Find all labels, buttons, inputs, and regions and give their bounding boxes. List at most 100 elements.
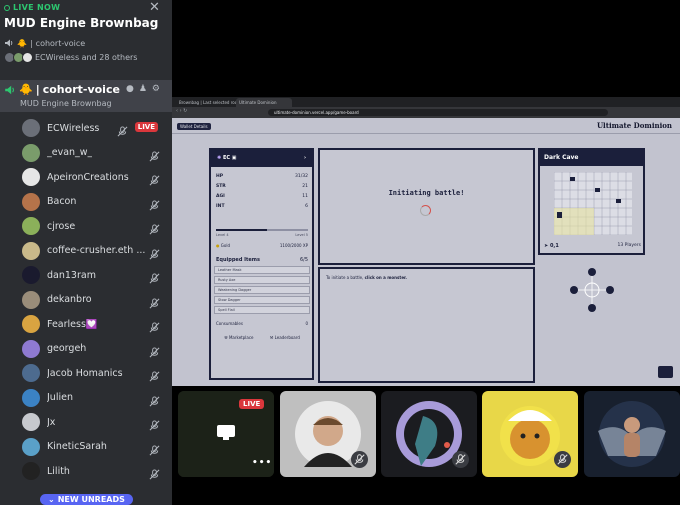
nav-arrows-icon[interactable]: ‹ › ↻ <box>176 108 187 114</box>
member-row[interactable]: ApeironCreations <box>0 165 172 190</box>
gold-row: ● Gold 1100/2000 XP <box>216 243 308 248</box>
browser-tab[interactable]: Brownbag | Last selected rooms <box>176 98 243 107</box>
member-row[interactable]: _evan_w_ <box>0 141 172 166</box>
participants-text: ECWireless and 28 others <box>35 53 138 62</box>
character-panel: ✺ EC ▣ › HP 31/32 STR 21 AGI 11 INT 6 Level … <box>209 148 314 380</box>
member-name: ApeironCreations <box>47 171 129 183</box>
avatar <box>22 413 40 432</box>
stage-title: MUD Engine Brownbag <box>4 16 159 30</box>
avatar <box>22 217 40 236</box>
stat-agi: AGI 11 <box>216 194 308 199</box>
member-name: Jx <box>47 416 56 428</box>
muted-icon <box>149 441 160 455</box>
url-field[interactable]: ultimate-dominion.vercel.app/game-board <box>268 109 608 116</box>
member-name: Lilith <box>47 465 70 477</box>
loading-spinner-icon <box>420 205 431 216</box>
member-row[interactable]: Fearless💟 <box>0 312 172 337</box>
gold-label: Gold <box>220 243 230 248</box>
consumables-row: Consumables 0 <box>216 321 308 326</box>
avatar <box>22 339 40 358</box>
channel-actions: ● ♟ ⚙ <box>126 84 160 94</box>
muted-icon <box>117 122 128 137</box>
map-grid[interactable] <box>554 172 632 235</box>
member-row[interactable]: dan13ram <box>0 263 172 288</box>
avatar <box>22 266 40 285</box>
member-name: Fearless💟 <box>47 318 98 330</box>
member-row[interactable]: Jx <box>0 410 172 435</box>
member-row[interactable]: Bacon <box>0 190 172 215</box>
member-row[interactable]: ECWireless LIVE <box>0 116 172 141</box>
live-now-indicator: LIVE NOW <box>4 3 60 12</box>
equipped-item[interactable]: Leather Mask <box>214 266 310 274</box>
character-header[interactable]: ✺ EC ▣ › <box>211 150 312 167</box>
character-links: ⚒ Marketplace ⚒ Leaderboard <box>216 335 308 340</box>
member-row[interactable]: Jacob Homanics <box>0 361 172 386</box>
avatar <box>22 290 40 309</box>
leaderboard-link[interactable]: ⚒ Leaderboard <box>270 335 300 340</box>
member-row[interactable]: coffee-crusher.eth ... <box>0 239 172 264</box>
member-row[interactable]: cjrose <box>0 214 172 239</box>
member-name: _evan_w_ <box>47 147 93 159</box>
equipped-item[interactable]: Stow Dagger <box>214 296 310 304</box>
separator: | <box>29 38 33 48</box>
muted-icon <box>149 269 160 284</box>
chevron-right-icon: › <box>303 155 306 161</box>
battle-log-text: To initiate a battle, click on a monster… <box>326 275 407 280</box>
member-row[interactable]: georgeh <box>0 337 172 362</box>
voice-channel-row[interactable]: 🐥 | cohort-voice MUD Engine Brownbag ● ♟… <box>0 80 172 112</box>
avatar <box>22 168 40 187</box>
marketplace-link[interactable]: ⚒ Marketplace <box>224 335 253 340</box>
live-dot-icon <box>4 4 10 11</box>
equipped-item[interactable]: Weakening Dagger <box>214 286 310 294</box>
chat-bubble-icon[interactable] <box>658 366 673 378</box>
battle-panel: Initiating battle! <box>318 148 535 265</box>
emoji-icon: 🐥 <box>17 38 27 48</box>
voice-channel-subtitle: MUD Engine Brownbag <box>20 99 112 108</box>
avatar <box>22 388 40 407</box>
voice-channel-title: 🐥 | cohort-voice <box>4 83 120 96</box>
member-name: ECWireless <box>47 122 100 134</box>
avatar <box>22 143 40 162</box>
member-name: Bacon <box>47 196 77 208</box>
equipped-item[interactable]: Spell Flail <box>214 306 310 314</box>
stage-channel-name: cohort-voice <box>35 38 86 48</box>
character-avatar-icon: ✺ <box>217 155 222 161</box>
member-name: dan13ram <box>47 269 96 281</box>
speaker-icon <box>5 85 14 94</box>
muted-icon <box>149 367 160 382</box>
member-row[interactable]: Julien <box>0 386 172 411</box>
add-member-icon[interactable]: ♟ <box>139 84 147 94</box>
member-row[interactable]: dekanbro <box>0 288 172 313</box>
new-unreads-button[interactable]: ⌄ NEW UNREADS <box>40 494 133 505</box>
settings-icon[interactable]: ⚙ <box>152 84 160 94</box>
direction-pad[interactable] <box>570 268 614 312</box>
stage-participants: ECWireless and 28 others <box>4 52 137 63</box>
browser-tab-active[interactable]: Ultimate Dominion <box>236 98 292 107</box>
chat-icon[interactable]: ● <box>126 84 134 94</box>
member-row[interactable]: Lilith <box>0 459 172 484</box>
map-coords: 0,1 <box>549 243 559 249</box>
close-icon[interactable]: ✕ <box>149 0 160 15</box>
muted-icon <box>554 451 571 468</box>
live-badge: LIVE <box>134 122 158 132</box>
stage-channel-row[interactable]: 🐥 | cohort-voice <box>4 38 85 48</box>
member-name: dekanbro <box>47 294 92 306</box>
more-options-icon[interactable]: ••• <box>252 458 272 468</box>
avatar <box>22 241 40 260</box>
member-row[interactable]: KineticSarah <box>0 435 172 460</box>
avatar <box>22 437 40 456</box>
game-logo: Ultimate Dominion <box>596 121 672 130</box>
muted-icon <box>452 451 469 468</box>
participant-tile[interactable] <box>584 391 680 477</box>
wallet-details-button[interactable]: Wallet Details <box>177 123 211 130</box>
avatar <box>22 462 40 481</box>
equipped-item[interactable]: Rusty Axe <box>214 276 310 284</box>
muted-icon <box>351 451 368 468</box>
avatar <box>22 119 40 138</box>
gold-icon: ● <box>216 243 220 248</box>
muted-icon <box>149 416 160 431</box>
screen: LIVE NOW ✕ MUD Engine Brownbag 🐥 | cohor… <box>0 0 680 505</box>
member-name: georgeh <box>47 343 87 355</box>
level-labels: Level 4 Level 5 <box>216 233 308 237</box>
battle-status-text: Initiating battle! <box>388 189 465 197</box>
